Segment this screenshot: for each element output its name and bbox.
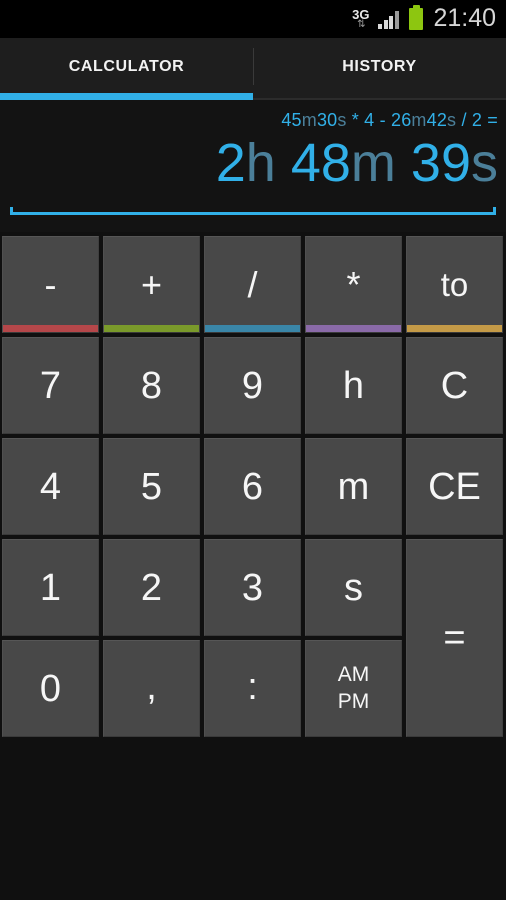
signal-bars-icon bbox=[378, 10, 400, 29]
key-to-accent-bar bbox=[407, 325, 502, 332]
key-multiply-label: * bbox=[346, 263, 361, 305]
key-minutes[interactable]: m bbox=[305, 438, 402, 535]
key-3-label: 3 bbox=[241, 566, 264, 609]
key-hours[interactable]: h bbox=[305, 337, 402, 434]
key-2-label: 2 bbox=[140, 566, 163, 609]
key-seconds[interactable]: s bbox=[305, 539, 402, 636]
result-token-6: 39 bbox=[410, 133, 471, 193]
key-clear-label: C bbox=[440, 364, 469, 407]
key-9-label: 9 bbox=[241, 364, 264, 407]
calculator-app-screen: 3G ⇅ 21:40 CALCULATOR HISTORY 45m30s * 4… bbox=[0, 0, 506, 900]
key-divide[interactable]: / bbox=[204, 236, 301, 333]
key-6[interactable]: 6 bbox=[204, 438, 301, 535]
key-equals-label: = bbox=[443, 617, 466, 659]
key-clear-entry-label: CE bbox=[428, 465, 481, 508]
key-2[interactable]: 2 bbox=[103, 539, 200, 636]
key-multiply[interactable]: * bbox=[305, 236, 402, 333]
key-minus-accent-bar bbox=[3, 325, 98, 332]
key-plus[interactable]: + bbox=[103, 236, 200, 333]
result-token-2 bbox=[276, 133, 291, 193]
key-to[interactable]: to bbox=[406, 236, 503, 333]
result-token-5 bbox=[396, 133, 411, 193]
status-bar: 3G ⇅ 21:40 bbox=[0, 0, 506, 38]
expression-token-8: m bbox=[411, 110, 427, 130]
key-minus[interactable]: - bbox=[2, 236, 99, 333]
result-text: 2h 48m 39s bbox=[216, 132, 498, 196]
key-1-label: 1 bbox=[39, 566, 62, 609]
result-token-3: 48 bbox=[290, 133, 351, 193]
key-plus-label: + bbox=[140, 263, 163, 305]
tab-history[interactable]: HISTORY bbox=[253, 38, 506, 100]
expression-token-9: 42 bbox=[426, 110, 448, 130]
tab-history-label: HISTORY bbox=[342, 58, 417, 75]
expression-token-6: - bbox=[374, 110, 391, 130]
key-to-label: to bbox=[440, 266, 469, 303]
expression-token-5: 4 bbox=[364, 110, 375, 130]
key-4-label: 4 bbox=[39, 465, 62, 508]
expression-token-12: 2 bbox=[471, 110, 483, 130]
tab-divider bbox=[253, 48, 254, 85]
key-6-label: 6 bbox=[241, 465, 264, 508]
key-plus-accent-bar bbox=[104, 325, 199, 332]
tab-calculator-label: CALCULATOR bbox=[68, 58, 185, 75]
key-colon-label: : bbox=[247, 665, 258, 708]
key-seconds-label: s bbox=[344, 566, 363, 609]
keypad: - + / * to 7 8 9 h C 4 5 6 m CE 1 2 3 s 0,: AM PM = bbox=[2, 236, 504, 742]
result-token-1: h bbox=[245, 133, 276, 193]
expression-token-4: * bbox=[346, 110, 365, 130]
key-equals[interactable]: = bbox=[406, 539, 503, 737]
key-divide-accent-bar bbox=[205, 325, 300, 332]
key-comma[interactable]: , bbox=[103, 640, 200, 737]
key-minus-label: - bbox=[44, 263, 57, 305]
result-token-4: m bbox=[350, 133, 396, 193]
expression-text: 45m30s * 4 - 26m42s / 2 = bbox=[281, 110, 498, 131]
key-comma-label: , bbox=[146, 665, 157, 708]
expression-token-0: 45 bbox=[281, 110, 302, 130]
display-underline bbox=[10, 207, 496, 215]
key-8-label: 8 bbox=[140, 364, 163, 407]
key-minutes-label: m bbox=[337, 465, 370, 508]
expression-token-10: s bbox=[447, 110, 457, 130]
key-am-pm-label: AM PM bbox=[337, 663, 370, 713]
battery-full-icon bbox=[409, 5, 424, 30]
expression-token-7: 26 bbox=[391, 110, 412, 130]
key-am-pm[interactable]: AM PM bbox=[305, 640, 402, 737]
key-divide-label: / bbox=[247, 263, 258, 305]
data-transfer-arrows-icon: ⇅ bbox=[357, 19, 365, 30]
network-type-indicator: 3G ⇅ bbox=[352, 8, 369, 30]
tab-calculator[interactable]: CALCULATOR bbox=[0, 38, 253, 100]
key-hours-label: h bbox=[342, 364, 365, 407]
key-0[interactable]: 0 bbox=[2, 640, 99, 737]
key-5-label: 5 bbox=[140, 465, 163, 508]
expression-token-2: 30 bbox=[316, 110, 338, 130]
key-1[interactable]: 1 bbox=[2, 539, 99, 636]
key-3[interactable]: 3 bbox=[204, 539, 301, 636]
key-8[interactable]: 8 bbox=[103, 337, 200, 434]
expression-token-13: = bbox=[482, 110, 498, 130]
key-multiply-accent-bar bbox=[306, 325, 401, 332]
key-clear-entry[interactable]: CE bbox=[406, 438, 503, 535]
key-7[interactable]: 7 bbox=[2, 337, 99, 434]
expression-token-1: m bbox=[301, 110, 317, 130]
key-clear[interactable]: C bbox=[406, 337, 503, 434]
expression-token-11: / bbox=[456, 110, 472, 130]
key-colon[interactable]: : bbox=[204, 640, 301, 737]
expression-token-3: s bbox=[337, 110, 347, 130]
active-tab-indicator bbox=[0, 93, 253, 100]
result-token-7: s bbox=[471, 133, 498, 193]
key-4[interactable]: 4 bbox=[2, 438, 99, 535]
key-7-label: 7 bbox=[39, 364, 62, 407]
key-9[interactable]: 9 bbox=[204, 337, 301, 434]
key-5[interactable]: 5 bbox=[103, 438, 200, 535]
status-bar-clock: 21:40 bbox=[433, 3, 496, 32]
result-token-0: 2 bbox=[215, 133, 246, 193]
key-0-label: 0 bbox=[39, 667, 62, 710]
